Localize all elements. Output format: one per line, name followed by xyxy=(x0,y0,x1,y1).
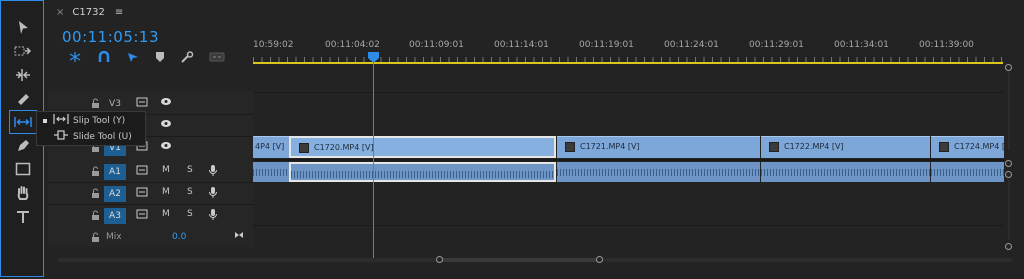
sync-lock-icon[interactable] xyxy=(136,165,148,178)
ruler-label: 00:11:24:01 xyxy=(664,40,719,50)
audio-clip[interactable] xyxy=(557,162,760,182)
audio-clip-selected[interactable] xyxy=(289,162,556,182)
close-icon[interactable]: × xyxy=(56,7,64,18)
mix-volume-value[interactable]: 0.0 xyxy=(172,232,186,242)
audio-clip[interactable] xyxy=(253,162,289,182)
track-name[interactable]: A2 xyxy=(104,186,126,202)
scroll-handle-mid2[interactable] xyxy=(1005,171,1012,178)
microphone-icon[interactable] xyxy=(208,208,218,224)
solo-button[interactable]: S xyxy=(187,165,193,175)
ripple-edit-tool-icon[interactable] xyxy=(10,64,36,86)
slip-tool-icon[interactable] xyxy=(9,110,37,134)
mute-button[interactable]: M xyxy=(162,187,170,197)
timeline-header-controls xyxy=(68,48,225,67)
sync-lock-icon[interactable] xyxy=(136,209,148,222)
track-name[interactable]: A1 xyxy=(104,164,126,180)
lock-icon[interactable] xyxy=(91,232,100,243)
track-select-forward-tool-icon[interactable] xyxy=(10,40,36,62)
lock-icon[interactable] xyxy=(91,166,100,177)
go-to-end-icon[interactable] xyxy=(234,230,244,243)
menu-item-slide-tool[interactable]: Slide Tool (U) xyxy=(37,129,145,145)
scroll-handle-bottom[interactable] xyxy=(1005,243,1012,250)
video-clip[interactable]: C1724.MP4 [ xyxy=(931,136,1004,158)
microphone-icon[interactable] xyxy=(208,164,218,180)
zoom-handle-left[interactable] xyxy=(436,256,443,263)
video-clip-selected[interactable]: C1720.MP4 [V] xyxy=(289,136,556,158)
scroll-handle-mid[interactable] xyxy=(1005,160,1012,167)
clip-label: C1721.MP4 [V] xyxy=(580,142,640,151)
timeline-panel: × C1732 ≡ 00:11:05:13 10:59:02 00:11:04:02… xyxy=(48,0,1024,279)
track-name[interactable]: V3 xyxy=(104,96,126,112)
mute-button[interactable]: M xyxy=(162,209,170,219)
rectangle-tool-icon[interactable] xyxy=(10,158,36,180)
selected-bullet-icon xyxy=(43,119,47,123)
video-clip[interactable]: C1721.MP4 [V] xyxy=(557,136,760,158)
ruler-label: 00:11:04:02 xyxy=(325,40,380,50)
fx-badge-icon xyxy=(769,141,779,152)
audio-clip[interactable] xyxy=(761,162,930,182)
fx-badge-icon xyxy=(565,141,575,152)
lock-icon[interactable] xyxy=(91,210,100,221)
work-area-bar[interactable] xyxy=(253,62,1003,64)
scroll-handle-top[interactable] xyxy=(1005,64,1012,71)
zoom-scroll-thumb[interactable] xyxy=(440,258,600,262)
sync-lock-icon[interactable] xyxy=(136,187,148,200)
menu-item-label: Slide Tool (U) xyxy=(73,132,132,142)
tool-flyout-menu: Slip Tool (Y) Slide Tool (U) xyxy=(36,111,146,146)
solo-button[interactable]: S xyxy=(187,187,193,197)
eye-icon[interactable] xyxy=(160,97,172,109)
type-tool-icon[interactable] xyxy=(10,206,36,228)
lock-icon[interactable] xyxy=(91,98,100,109)
microphone-icon[interactable] xyxy=(208,186,218,202)
fx-badge-icon xyxy=(939,141,949,152)
ruler-label: 00:11:14:01 xyxy=(494,40,549,50)
track-name[interactable]: A3 xyxy=(104,208,126,224)
track-header-a3: A3 M S xyxy=(48,205,253,227)
panel-menu-icon[interactable]: ≡ xyxy=(115,7,123,18)
hand-tool-icon[interactable] xyxy=(10,182,36,204)
eye-icon[interactable] xyxy=(160,119,172,131)
ruler-label: 00:11:34:01 xyxy=(834,40,889,50)
ruler-label: 00:11:29:01 xyxy=(749,40,804,50)
settings-wrench-icon[interactable] xyxy=(180,48,194,67)
clip-label: C1722.MP4 [V] xyxy=(784,142,844,151)
sequence-name: C1732 xyxy=(72,7,105,18)
slide-tool-icon xyxy=(53,129,69,147)
linked-selection-icon[interactable] xyxy=(126,48,140,67)
eye-icon[interactable] xyxy=(160,141,172,153)
pen-tool-icon[interactable] xyxy=(10,135,36,157)
selection-tool-icon[interactable] xyxy=(10,17,36,39)
sequence-tab[interactable]: × C1732 ≡ xyxy=(56,7,123,18)
nest-icon[interactable] xyxy=(68,48,82,67)
add-marker-icon[interactable] xyxy=(155,48,165,67)
vertical-scrollbar[interactable] xyxy=(1005,64,1012,250)
menu-item-slip-tool[interactable]: Slip Tool (Y) xyxy=(37,113,145,129)
solo-button[interactable]: S xyxy=(187,209,193,219)
clip-label: C1720.MP4 [V] xyxy=(314,143,374,152)
ruler-label: 00:11:19:01 xyxy=(579,40,634,50)
video-clip[interactable]: C1722.MP4 [V] xyxy=(761,136,930,158)
track-header-a2: A2 M S xyxy=(48,183,253,205)
playhead-timecode[interactable]: 00:11:05:13 xyxy=(62,28,159,46)
fx-badge-icon xyxy=(299,142,309,153)
ruler-label: 00:11:09:01 xyxy=(409,40,464,50)
ruler-label: 10:59:02 xyxy=(253,40,294,50)
track-header-mix: Mix 0.0 xyxy=(48,227,253,249)
track-header-a1: A1 M S xyxy=(48,161,253,183)
video-clip[interactable]: 4P4 [V] xyxy=(253,136,289,158)
lock-icon[interactable] xyxy=(91,188,100,199)
mix-label: Mix xyxy=(106,232,122,242)
captions-icon[interactable] xyxy=(209,48,225,67)
zoom-handle-right[interactable] xyxy=(596,256,603,263)
sync-lock-icon[interactable] xyxy=(136,97,148,110)
razor-tool-icon[interactable] xyxy=(10,88,36,110)
mute-button[interactable]: M xyxy=(162,165,170,175)
snap-icon[interactable] xyxy=(97,48,111,67)
audio-clip[interactable] xyxy=(931,162,1004,182)
clip-label: C1724.MP4 [ xyxy=(954,142,1004,151)
ruler-label: 00:11:39:00 xyxy=(919,40,974,50)
menu-item-label: Slip Tool (Y) xyxy=(73,116,126,126)
playhead-line[interactable] xyxy=(373,58,374,258)
